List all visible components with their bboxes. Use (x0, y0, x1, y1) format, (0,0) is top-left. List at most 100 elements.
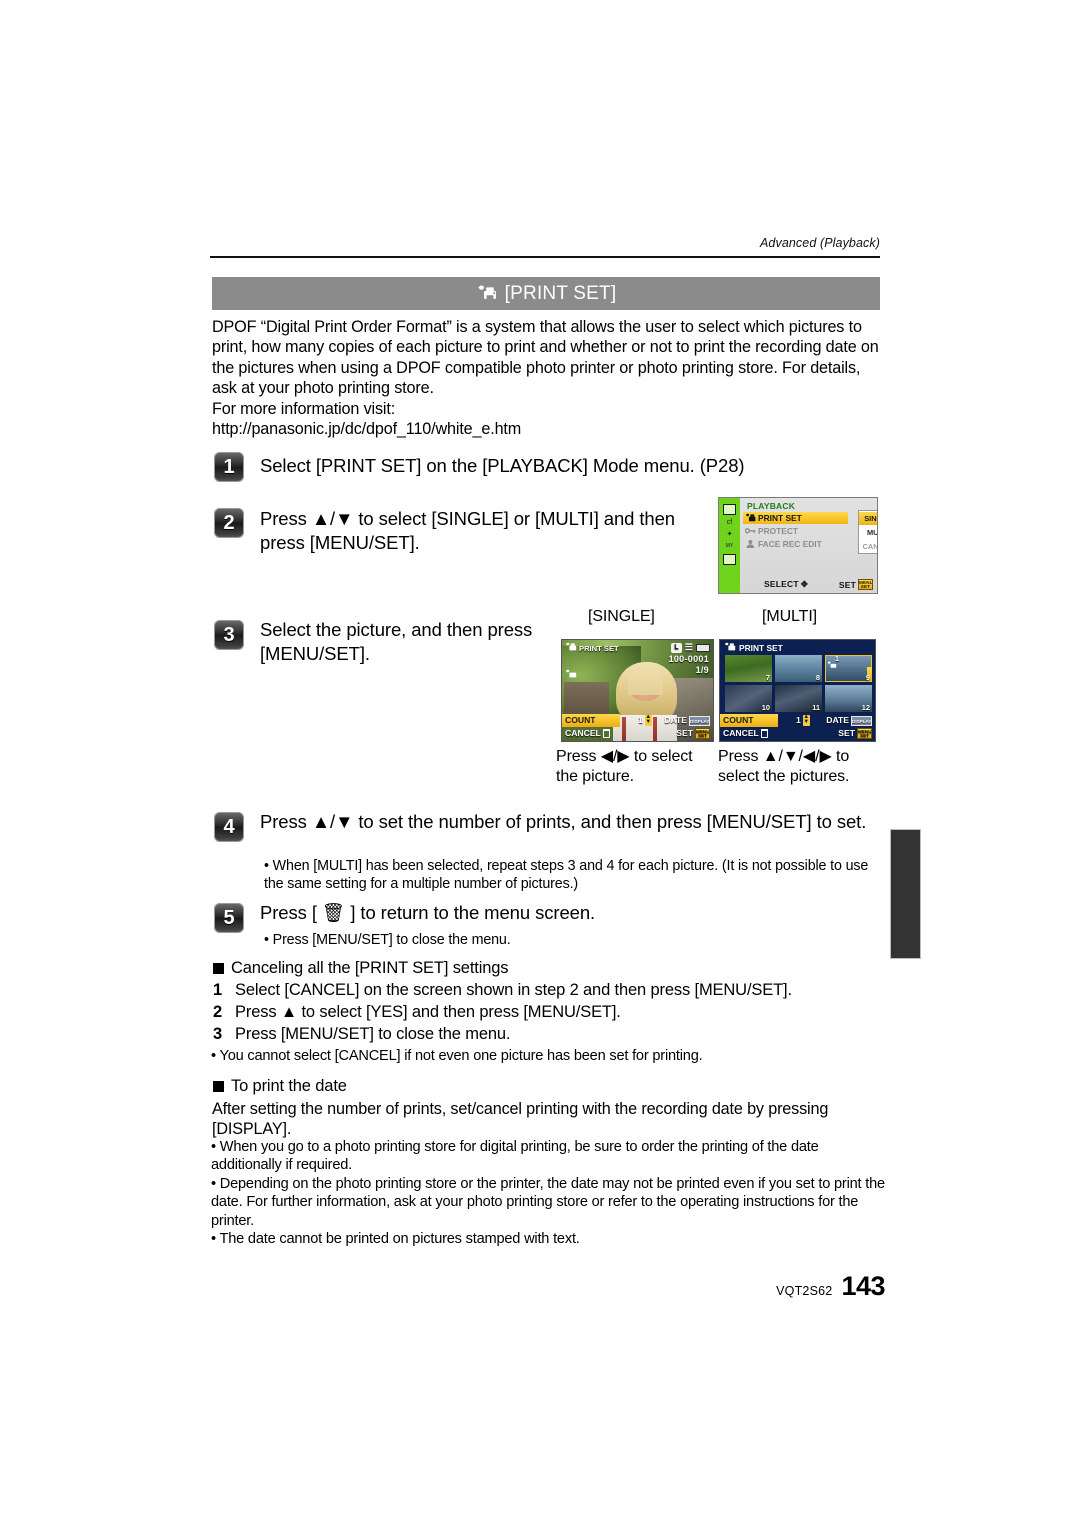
four-way-cursor-icon: ✥ (800, 579, 809, 589)
playback-menu-screenshot: cf ✦ MY PLAYBACK PRINT SET PROTECT FACE … (718, 497, 878, 594)
menu-row-protect[interactable]: PROTECT (743, 525, 848, 537)
thumbnail-item[interactable]: 10 (725, 685, 772, 712)
date-section-heading: To print the date (213, 1077, 347, 1096)
step-badge-1: 1 (214, 452, 244, 482)
document-code: VQT2S62 (776, 1284, 833, 1298)
up-down-stepper-icon[interactable]: ▲ ▼ (802, 714, 810, 726)
menu-tab-rail: cf ✦ MY (719, 498, 740, 593)
multi-date-label: DATE (826, 715, 849, 725)
menu-row-label: FACE REC EDIT (758, 539, 822, 549)
thumbnail-item-selected[interactable]: 1 9 (825, 655, 872, 682)
battery-icon (696, 643, 710, 652)
single-osd-status: L ☰ (670, 642, 710, 653)
single-count-bar: COUNT 1 ▲ ▼ DATE DISPLAY (562, 714, 713, 727)
protect-key-icon (744, 526, 756, 536)
multi-osd-title: PRINT SET (724, 642, 783, 654)
date-section-note-3: • The date cannot be printed on pictures… (211, 1231, 580, 1247)
trash-icon (602, 729, 610, 738)
popup-option-single[interactable]: SINGLE (859, 512, 877, 525)
menu-row-label: PROTECT (758, 526, 799, 536)
single-date-group: DATE DISPLAY (664, 714, 713, 727)
setup-wrench-icon: ✦ (726, 531, 733, 538)
popup-option-cancel[interactable]: CANCEL (859, 540, 877, 553)
multi-cancel-label: CANCEL (723, 728, 759, 738)
menu-row-print-set[interactable]: PRINT SET (743, 512, 848, 524)
cancel-step-1: 1 Select [CANCEL] on the screen shown in … (213, 981, 883, 1000)
caption-multi: [MULTI] (762, 608, 818, 625)
single-action-bar: CANCEL SET MENU SET (562, 727, 713, 740)
thumbnail-item[interactable]: 7 (725, 655, 772, 682)
single-count-value: 1 (638, 715, 643, 725)
multi-action-bar: CANCEL SET MENU SET (720, 727, 875, 740)
multi-set-label: SET (838, 728, 855, 738)
menu-title: PLAYBACK (747, 501, 796, 511)
single-count-label: COUNT (562, 714, 620, 727)
single-cancel-label: CANCEL (565, 728, 601, 738)
thumbnail-number: 11 (812, 703, 820, 712)
menu-footer-select: SELECT ✥ (764, 579, 808, 590)
display-button-icon: DISPLAY (689, 715, 710, 726)
menu-set-button-icon: MENU SET (857, 728, 872, 739)
multi-set-group[interactable]: SET MENU SET (838, 727, 875, 740)
section-title: [PRINT SET] (504, 282, 617, 304)
hint-multi: Press ▲/▼/◀/▶ to select the pictures. (718, 748, 850, 785)
cancel-step-number: 3 (213, 1025, 223, 1043)
cancel-step-number: 1 (213, 981, 223, 999)
intro-block: DPOF “Digital Print Order Format” is a s… (212, 317, 884, 439)
hint-single: Press ◀/▶ to select the picture. (556, 748, 693, 785)
photo-person-fringe (628, 668, 664, 695)
single-cancel-group[interactable]: CANCEL (562, 727, 610, 740)
date-section-heading-text: To print the date (231, 1077, 347, 1095)
menu-row-face-rec-edit[interactable]: FACE REC EDIT (743, 538, 848, 550)
aspect-icon: ☰ (684, 642, 693, 652)
popup-option-multi[interactable]: MULTI (859, 526, 877, 539)
page-edge-tab (890, 829, 921, 959)
multi-count-value: 1 (796, 715, 801, 725)
thumbnail-item[interactable]: 11 (775, 685, 822, 712)
single-date-label: DATE (664, 715, 687, 725)
my-menu-icon: MY (725, 543, 734, 549)
step-4-note: • When [MULTI] has been selected, repeat… (264, 858, 869, 892)
cancel-section-note: • You cannot select [CANCEL] if not even… (211, 1048, 703, 1064)
step-badge-2: 2 (214, 508, 244, 538)
thumbnail-number: 12 (861, 703, 870, 712)
menu-footer-select-label: SELECT (764, 579, 799, 589)
single-osd-print-icon (565, 666, 577, 684)
cancel-step-text: Press ▲ to select [YES] and then press [… (235, 1003, 621, 1021)
square-bullet-icon (213, 1081, 224, 1092)
thumbnail-number: 9 (865, 673, 870, 682)
step-badge-5: 5 (214, 903, 244, 933)
intro-paragraph: DPOF “Digital Print Order Format” is a s… (212, 318, 879, 398)
thumbnail-item[interactable]: 12 (825, 685, 872, 712)
thumbnail-print-count: 1 (835, 656, 839, 663)
menu-main-area: PLAYBACK PRINT SET PROTECT FACE REC EDIT (740, 498, 877, 593)
thumbnail-number: 7 (765, 673, 770, 682)
up-down-stepper-icon[interactable]: ▲ ▼ (644, 714, 652, 726)
single-osd-title: PRINT SET (565, 642, 619, 654)
single-set-group[interactable]: SET MENU SET (676, 727, 713, 740)
page-footer: VQT2S62 143 (776, 1271, 885, 1302)
running-head: Advanced (Playback) (759, 236, 880, 250)
face-rec-icon (745, 539, 756, 549)
print-set-option-popup: SINGLE MULTI CANCEL (858, 510, 877, 554)
multi-cancel-group[interactable]: CANCEL (720, 727, 768, 740)
section-banner: [PRINT SET] (212, 277, 880, 310)
cancel-step-2: 2 Press ▲ to select [YES] and then press … (213, 1003, 883, 1022)
display-button-icon: DISPLAY (851, 715, 872, 726)
menu-set-button-icon: MENU SET (695, 728, 710, 739)
step-text-5: Press [ 🗑 ] to return to the menu screen… (260, 902, 596, 923)
print-set-icon (724, 642, 736, 654)
menu-footer-set-label: SET (838, 579, 856, 590)
single-mode-screenshot: PRINT SET L ☰ 100-0001 1/9 COUNT 1 ▲ ▼ DA… (561, 639, 714, 742)
square-bullet-icon (213, 963, 224, 974)
multi-count-label: COUNT (720, 714, 778, 727)
single-picture-index: 1/9 (695, 665, 709, 675)
rec-camera-icon (723, 504, 736, 515)
intro-more-info: For more information visit: (212, 399, 396, 418)
step-text-3: Select the picture, and then press [MENU… (260, 619, 533, 664)
thumbnail-item[interactable]: 8 (775, 655, 822, 682)
single-set-label: SET (676, 728, 693, 738)
multi-thumbnail-grid: 7 8 1 9 10 11 12 (725, 655, 872, 712)
date-section-note-2: • Depending on the photo printing store … (211, 1176, 885, 1229)
step-badge-4: 4 (214, 812, 244, 842)
